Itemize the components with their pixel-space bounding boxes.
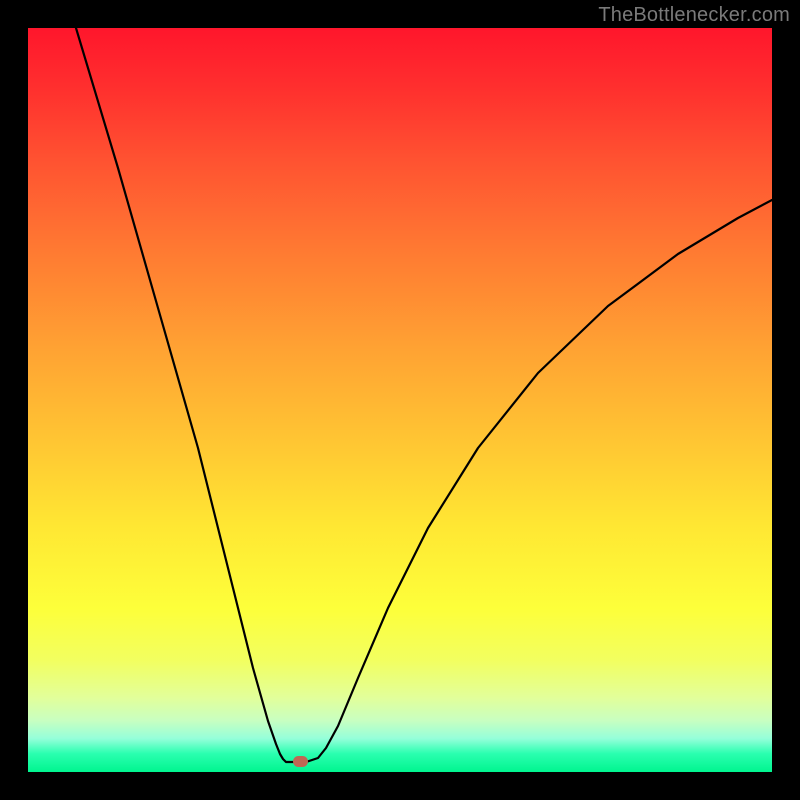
bottleneck-curve (28, 28, 772, 772)
optimal-point-marker (293, 756, 308, 767)
curve-path (76, 28, 772, 762)
plot-area (28, 28, 772, 772)
chart-frame: TheBottleneсker.com (0, 0, 800, 800)
watermark-text: TheBottleneсker.com (598, 4, 790, 27)
